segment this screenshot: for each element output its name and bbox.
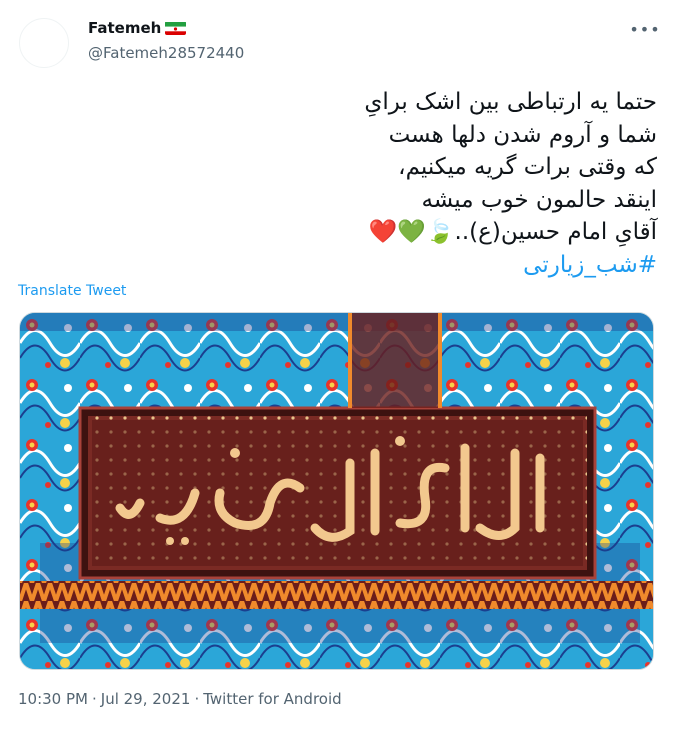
meta-separator: · (194, 690, 200, 708)
tweet-line: اینقد حالمون خوب میشه (421, 186, 657, 213)
tweet-line: حتما یه ارتباطی بین اشک برایِ (364, 89, 657, 115)
tweet-date[interactable]: Jul 29, 2021 (101, 690, 191, 708)
tweet-line: آقایِ امام حسین(ع)..🍃💚❤️ (368, 219, 657, 245)
iran-flag-icon (165, 21, 187, 35)
tile-calligraphy-image (20, 313, 653, 669)
tweet-meta: 10:30 PM · Jul 29, 2021 · Twitter for An… (18, 690, 342, 708)
tweet-time[interactable]: 10:30 PM (18, 690, 88, 708)
author-display-name[interactable]: Fatemeh (88, 19, 161, 37)
more-horizontal-icon: ••• (629, 19, 661, 39)
tweet-line: که وقتی برات گریه میکنیم، (398, 154, 657, 180)
tweet-source[interactable]: Twitter for Android (203, 690, 341, 708)
more-options-button[interactable]: ••• (628, 16, 662, 42)
translate-tweet-link[interactable]: Translate Tweet (18, 283, 126, 299)
tweet-media-image[interactable] (19, 312, 654, 670)
author-name-row[interactable]: Fatemeh (88, 19, 187, 37)
hashtag-link[interactable]: #شب_زیارتی (57, 249, 657, 282)
avatar[interactable] (19, 18, 69, 68)
tweet-line: شما و آروم شدن دلها هست (388, 121, 657, 148)
author-handle[interactable]: @Fatemeh28572440 (88, 44, 244, 62)
tweet-text: حتما یه ارتباطی بین اشک برایِ شما و آروم… (57, 86, 657, 281)
meta-separator: · (91, 690, 97, 708)
